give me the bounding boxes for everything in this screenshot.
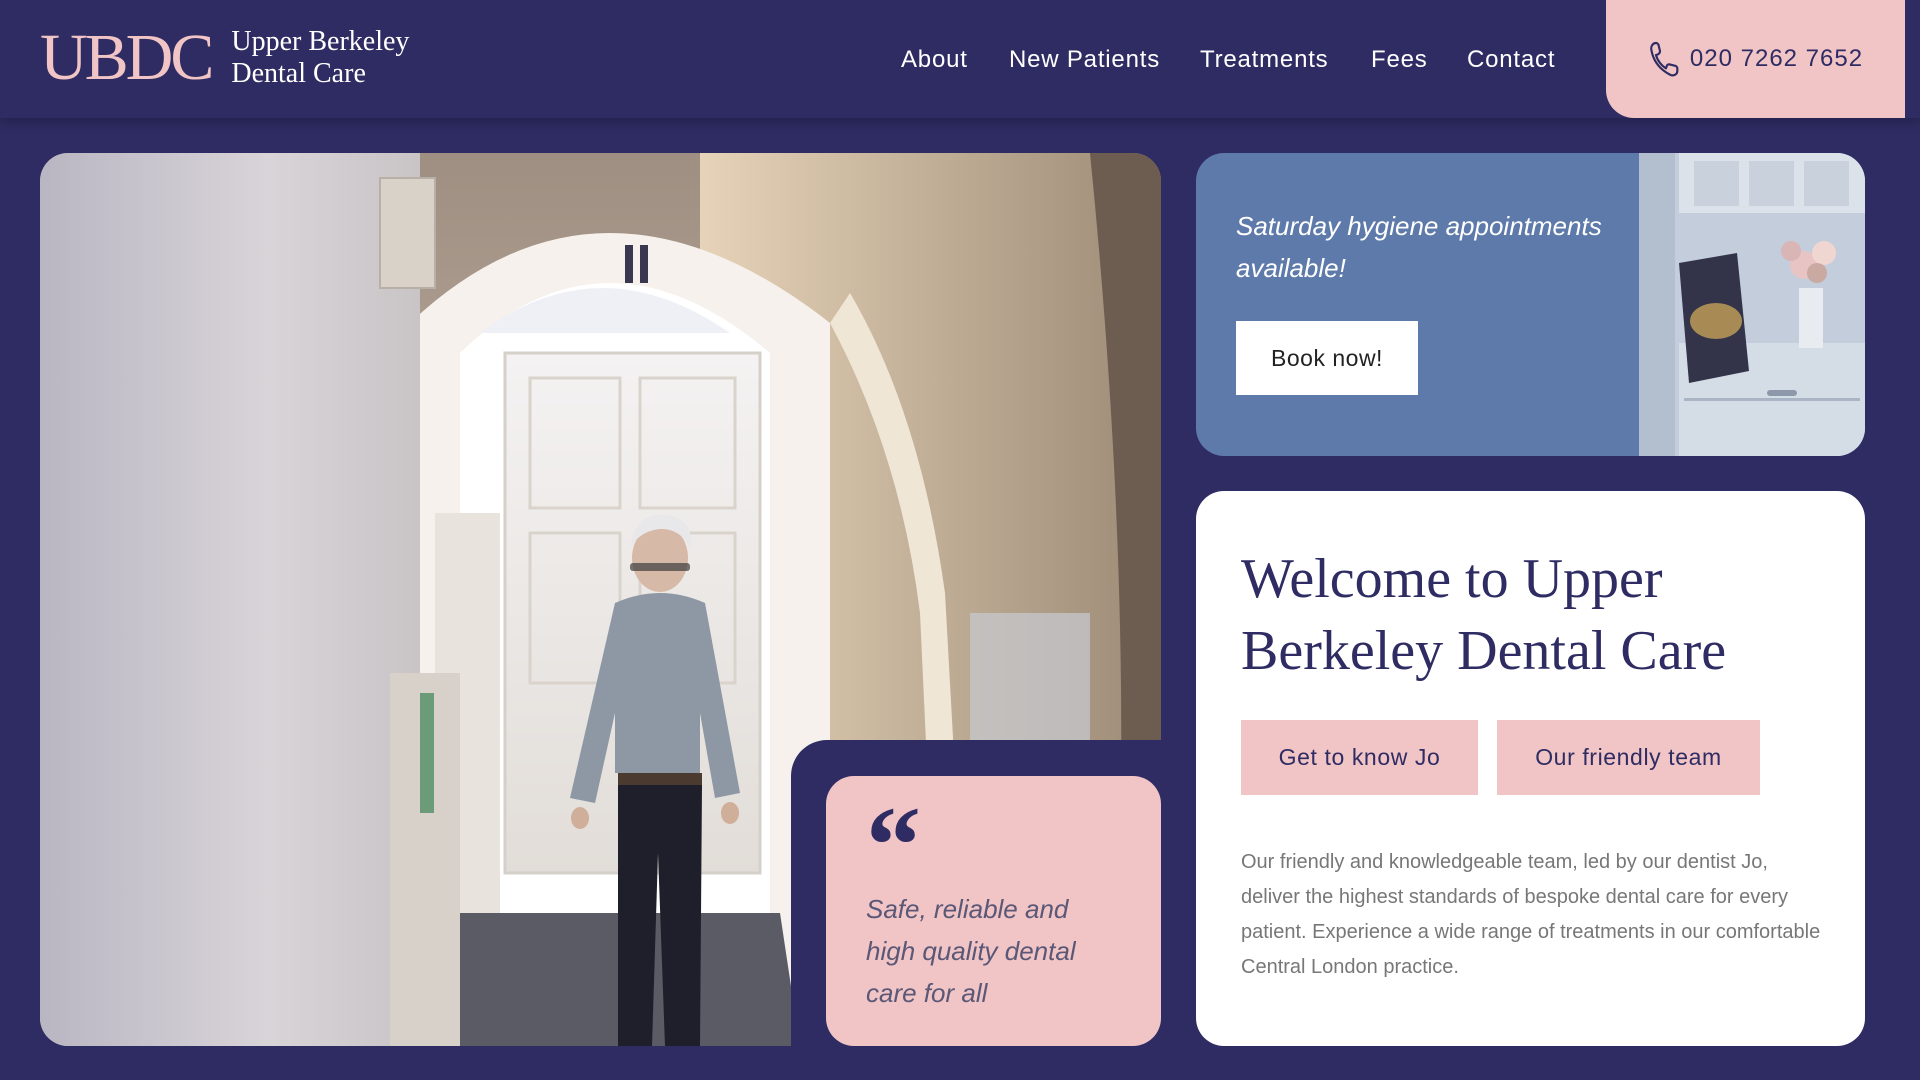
phone-icon (1650, 41, 1679, 77)
our-friendly-team-button[interactable]: Our friendly team (1497, 720, 1760, 795)
get-to-know-jo-button[interactable]: Get to know Jo (1241, 720, 1478, 795)
quote-icon: “ (866, 784, 921, 906)
welcome-card: Welcome to Upper Berkeley Dental Care Ge… (1196, 491, 1865, 1046)
nav-contact[interactable]: Contact (1467, 46, 1555, 74)
nav-new-patients[interactable]: New Patients (1009, 46, 1160, 74)
promo-text: Saturday hygiene appointments available! (1236, 211, 1602, 283)
phone-button[interactable]: 020 7262 7652 (1606, 0, 1905, 118)
site-header: UBDC Upper Berkeley Dental Care About Ne… (0, 0, 1920, 118)
welcome-title: Welcome to Upper Berkeley Dental Care (1241, 548, 1727, 682)
nav-fees[interactable]: Fees (1371, 46, 1428, 74)
promo-card: Saturday hygiene appointments available!… (1196, 153, 1865, 456)
nav-treatments[interactable]: Treatments (1200, 46, 1328, 74)
nav-about[interactable]: About (901, 46, 968, 74)
phone-number: 020 7262 7652 (1689, 45, 1864, 72)
promo-photo (1639, 153, 1865, 456)
book-now-button[interactable]: Book now! (1236, 321, 1418, 395)
quote-card: “ Safe, reliable and high quality dental… (826, 776, 1161, 1046)
quote-text: Safe, reliable and high quality dental c… (866, 894, 1076, 1008)
welcome-body: Our friendly and knowledgeable team, led… (1241, 851, 1821, 978)
